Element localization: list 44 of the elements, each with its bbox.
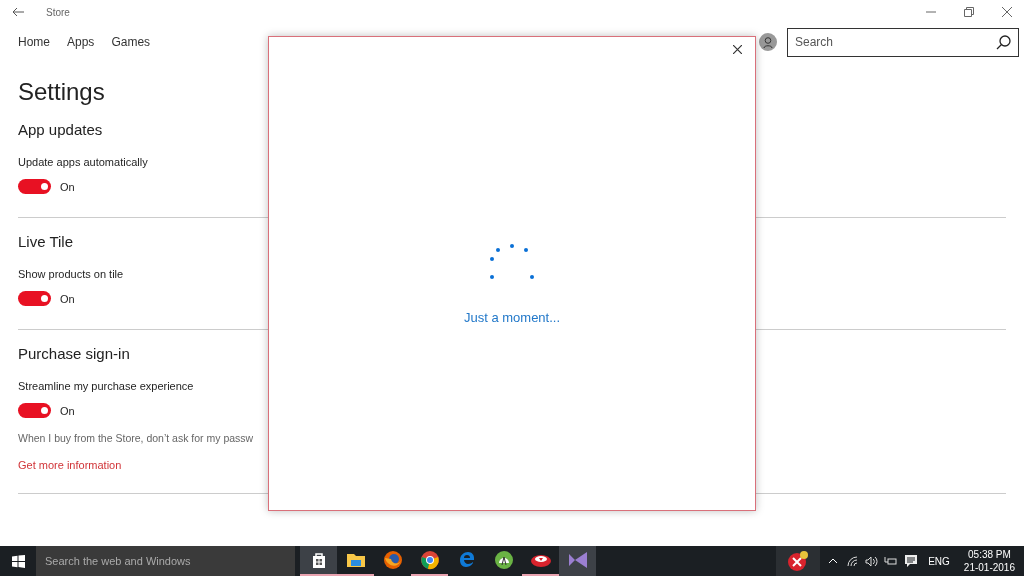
taskbar-search-field[interactable]: Search the web and Windows	[36, 546, 295, 576]
tray-app-button[interactable]	[776, 546, 821, 576]
windows-logo-icon	[11, 554, 25, 568]
page-title: Settings	[18, 80, 106, 104]
e-icon	[457, 551, 476, 569]
section-heading: Live Tile	[18, 234, 75, 249]
toggle-switch[interactable]	[18, 291, 51, 307]
back-arrow-icon[interactable]	[12, 7, 24, 17]
notification-icon[interactable]	[905, 555, 918, 567]
toggle-switch[interactable]	[18, 179, 51, 195]
battery-icon[interactable]	[884, 556, 898, 566]
setting-label: Show products on tile	[18, 267, 125, 282]
setting-label: Streamline my purchase experience	[18, 379, 195, 394]
more-info-link[interactable]: Get more information	[18, 456, 122, 474]
close-icon[interactable]	[1002, 7, 1012, 17]
close-icon[interactable]	[733, 45, 742, 54]
user-avatar[interactable]	[759, 33, 777, 51]
android-icon	[493, 550, 514, 570]
section-heading: App updates	[18, 122, 104, 137]
wifi-icon[interactable]	[847, 555, 860, 567]
loading-message: Just a moment...	[463, 309, 561, 327]
nav-tab[interactable]: Apps	[67, 33, 95, 51]
cross-badge-icon	[787, 550, 810, 572]
clock[interactable]: 05:38 PM 21-01-2016	[963, 548, 1015, 574]
description-text: When I buy from the Store, don’t ask for my passw	[18, 431, 255, 446]
toggle-state: On	[60, 291, 75, 307]
restore-icon[interactable]	[964, 7, 974, 17]
chevron-up-icon[interactable]	[828, 558, 839, 564]
speaker-icon[interactable]	[865, 555, 879, 567]
globe-fox-icon	[382, 550, 403, 570]
toggle-switch[interactable]	[18, 403, 51, 419]
search-icon[interactable]	[996, 34, 1011, 50]
search-field[interactable]: Search	[787, 27, 1019, 57]
nav-tab[interactable]: Games	[111, 33, 151, 51]
language-indicator[interactable]: ENG	[928, 553, 950, 569]
browser-icon	[419, 550, 440, 570]
toggle-state: On	[60, 403, 75, 419]
nav-tab[interactable]: Home	[18, 33, 50, 51]
taskbar-app-button[interactable]	[300, 546, 337, 576]
toggle-state: On	[60, 179, 75, 195]
setting-label: Update apps automatically	[18, 155, 149, 170]
section-heading: Purchase sign-in	[18, 346, 131, 361]
folder-icon	[345, 551, 366, 569]
window-title: Store	[46, 5, 70, 20]
